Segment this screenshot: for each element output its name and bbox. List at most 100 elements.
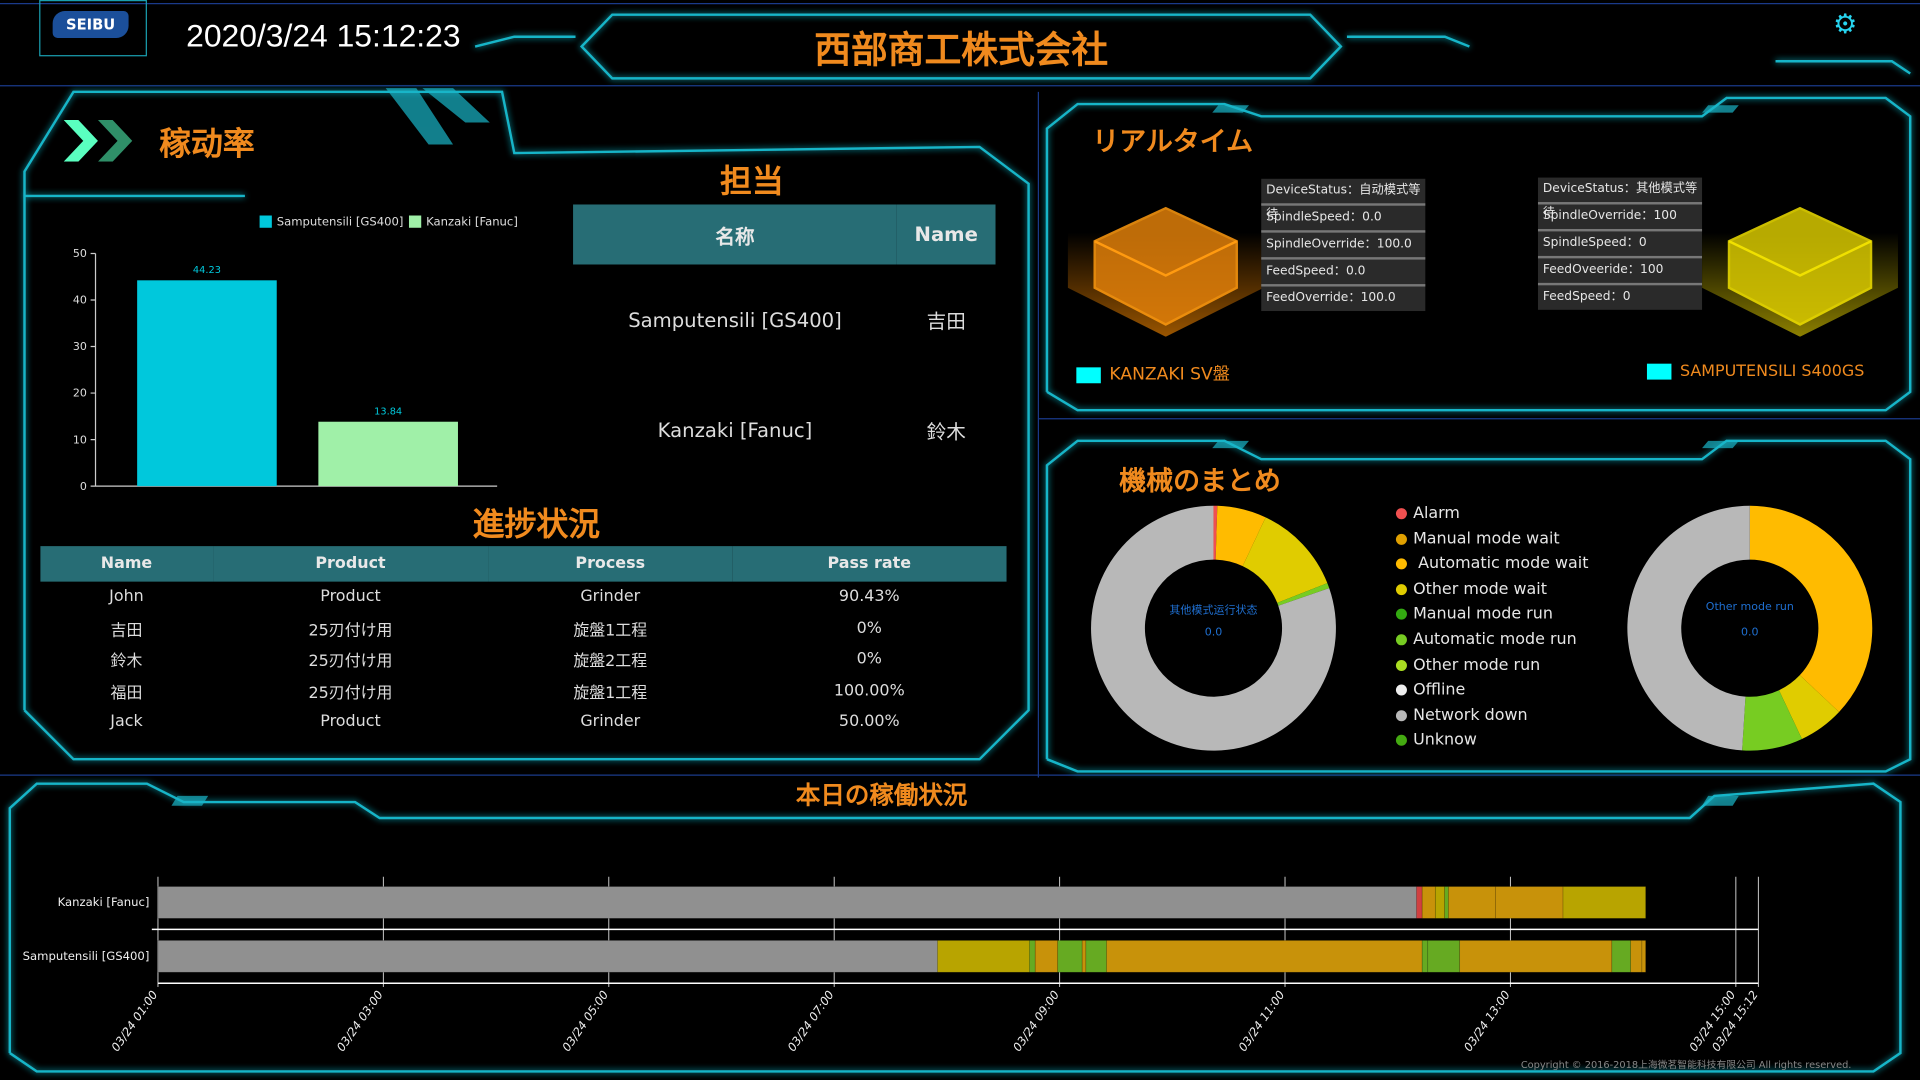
bar-1[interactable] <box>318 421 458 487</box>
timeline-segment-other_wait[interactable] <box>1562 886 1646 919</box>
timeline-segment-run[interactable] <box>1057 940 1083 973</box>
samputensili-label: SAMPUTENSILI S400GS <box>1646 362 1864 381</box>
table-row: Jack Product Grinder 50.00% <box>40 707 1006 738</box>
feed-override: FeedOveeride：100 <box>1537 258 1703 286</box>
timeline-segment-run[interactable] <box>1085 940 1107 973</box>
col-header-product: Product <box>315 554 386 574</box>
bar-data-label: 44.23 <box>193 265 221 276</box>
timeline-segment-wait[interactable] <box>1641 940 1646 973</box>
legend-label: Network down <box>1413 706 1528 725</box>
datetime-display: 2020/3/24 15:12:23 <box>186 17 461 54</box>
legend-dot <box>1395 709 1407 721</box>
timeline-segment-run[interactable] <box>1427 940 1461 973</box>
cell-product: Product <box>320 712 381 732</box>
chevrons-icon <box>63 120 133 162</box>
legend-item[interactable]: Automatic mode wait <box>1395 552 1589 577</box>
legend-dot <box>1395 659 1407 671</box>
timeline-segment-run[interactable] <box>1029 940 1036 973</box>
y-tick-label: 20 <box>73 387 87 400</box>
x-tick-label: 03/24 09:00 <box>1010 988 1062 1054</box>
machine-cube-icon <box>1702 206 1898 337</box>
y-tick-label: 30 <box>73 340 87 353</box>
timeline-segment-wait[interactable] <box>1106 940 1423 973</box>
timeline-segment-wait[interactable] <box>1421 886 1436 919</box>
legend-dot <box>1395 609 1407 621</box>
y-tick-label: 10 <box>73 433 87 446</box>
timeline-segment-run[interactable] <box>1421 940 1429 973</box>
gear-icon[interactable]: ⚙ <box>1833 10 1857 41</box>
spindle-speed: SpindleSpeed：0 <box>1537 231 1703 259</box>
timeline-segment-wait[interactable] <box>1630 940 1643 973</box>
cell-pass-rate: 90.43% <box>838 588 900 607</box>
x-tick-label: 03/24 05:00 <box>559 988 611 1054</box>
timeline-segment-offline[interactable] <box>157 886 1417 919</box>
samputensili-info-panel: DeviceStatus：其他模式等待 SpindleOverride：100 … <box>1537 177 1703 310</box>
utilization-bar-chart: 0 10 20 30 40 50 44.23 13.84 Samputensili [GS400… <box>73 214 518 492</box>
cell-process: Grinder <box>580 588 641 607</box>
timeline-segment-wait[interactable] <box>1495 886 1564 919</box>
page-title: 西部商工株式会社 <box>814 29 1109 73</box>
x-tick-label: 03/24 01:00 <box>108 988 160 1054</box>
x-tick-label: 03/24 13:00 <box>1461 988 1513 1054</box>
legend-item[interactable]: Alarm <box>1395 502 1589 527</box>
company-logo: SEIBU <box>39 0 147 57</box>
legend-label: Manual mode wait <box>1413 529 1560 549</box>
cell-name: 福田 <box>110 684 143 703</box>
machine-name: Samputensili [GS400] <box>628 307 842 332</box>
legend-dot <box>1395 583 1407 595</box>
legend-label: Other mode wait <box>1413 580 1547 599</box>
legend-dot <box>1395 684 1407 696</box>
summary-title: 機械のまとめ <box>1119 466 1281 498</box>
legend-label[interactable]: Kanzaki [Fanuc] <box>426 214 518 228</box>
legend-item[interactable]: Other mode run <box>1395 653 1589 678</box>
legend-item[interactable]: Manual mode wait <box>1395 527 1589 552</box>
cell-name: 吉田 <box>110 621 143 641</box>
donut-left-center-value: 0.0 <box>1204 626 1223 640</box>
cell-product: 25刃付け用 <box>308 652 393 672</box>
legend-item[interactable]: Unknow <box>1395 729 1589 754</box>
legend-item[interactable]: Offline <box>1395 679 1589 704</box>
timeline-segment-wait[interactable] <box>1034 940 1059 973</box>
cell-process: 旋盤1工程 <box>573 684 648 703</box>
legend-swatch <box>1646 363 1672 380</box>
timeline-segment-wait[interactable] <box>1459 940 1613 973</box>
feed-speed: FeedSpeed：0.0 <box>1261 260 1426 287</box>
legend-item[interactable]: Automatic mode run <box>1395 628 1589 653</box>
timeline-segment-alarm[interactable] <box>1416 886 1423 919</box>
timeline-segment-run[interactable] <box>1444 886 1449 919</box>
legend-item[interactable]: Manual mode run <box>1395 603 1589 628</box>
cell-process: 旋盤1工程 <box>573 621 648 641</box>
cell-pass-rate: 100.00% <box>833 681 905 701</box>
col-header-process: Process <box>575 554 646 574</box>
table-row: 福田 25刃付け用 旋盤1工程 100.00% <box>40 675 1006 706</box>
legend-dot <box>1395 508 1407 520</box>
device-status: DeviceStatus：自动模式等待 <box>1261 179 1426 222</box>
legend-dot <box>1395 735 1407 747</box>
timeline-segment-wait[interactable] <box>1448 886 1496 919</box>
copyright: Copyright © 2016-2018上海微茗智能科技有限公司 All ri… <box>1520 1059 1852 1071</box>
x-tick-label: 03/24 07:00 <box>785 988 837 1054</box>
cell-name: 鈴木 <box>110 652 143 672</box>
cell-pass-rate: 50.00% <box>838 712 900 732</box>
legend-label: Other mode run <box>1413 655 1541 675</box>
legend-label: Automatic mode wait <box>1413 554 1589 574</box>
legend-label[interactable]: Samputensili [GS400] <box>277 214 404 228</box>
legend-label: Unknow <box>1413 731 1477 750</box>
legend-item[interactable]: Other mode wait <box>1395 578 1589 603</box>
person-name: 鈴木 <box>926 420 966 444</box>
legend-dot <box>1395 558 1407 570</box>
spindle-override: SpindleOverride：100.0 <box>1261 233 1426 260</box>
timeline-segment-offline[interactable] <box>157 940 938 973</box>
timeline-segment-wait[interactable] <box>1081 940 1087 973</box>
x-tick-label: 03/24 11:00 <box>1235 988 1287 1054</box>
legend-dot <box>1395 533 1407 545</box>
timeline-segment-other_wait[interactable] <box>937 940 1030 973</box>
bar-0[interactable] <box>137 280 277 487</box>
cell-name: John <box>109 588 144 607</box>
timeline-segment-other_wait[interactable] <box>1434 886 1445 919</box>
kanzaki-info-panel: DeviceStatus：自动模式等待 SpindleSpeed：0.0 Spi… <box>1261 178 1426 312</box>
cell-product: 25刃付け用 <box>308 621 393 641</box>
legend-item[interactable]: Network down <box>1395 704 1589 729</box>
progress-table: Name Product Process Pass rate John Produ… <box>40 546 1007 738</box>
timeline-segment-run[interactable] <box>1611 940 1631 973</box>
